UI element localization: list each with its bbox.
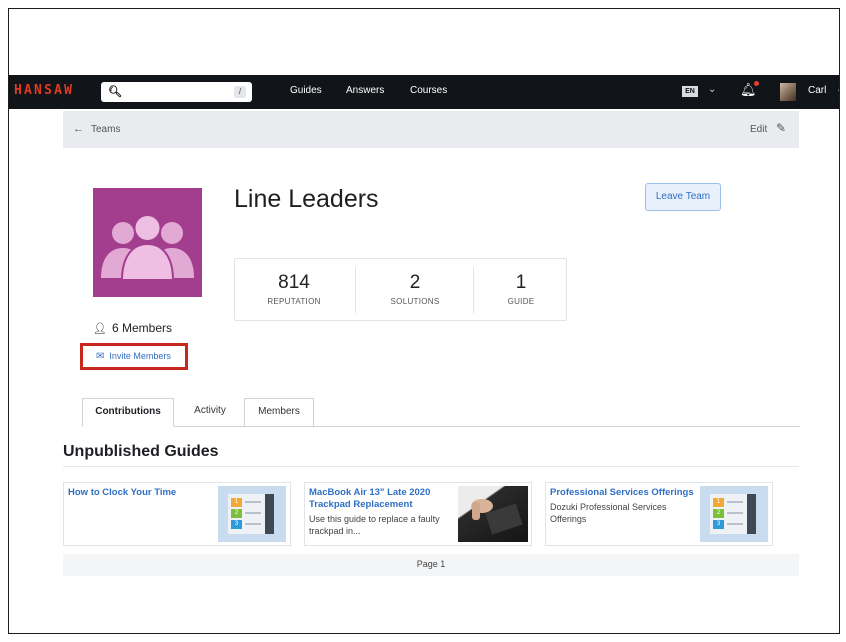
guide-description-line: Dozuki Professional Services xyxy=(550,502,667,512)
guide-title[interactable]: MacBook Air 13" Late 2020 Trackpad Replac… xyxy=(309,487,430,511)
section-heading: Unpublished Guides xyxy=(63,443,219,460)
pencil-icon[interactable]: ✎ xyxy=(776,121,786,135)
top-navbar: HANSAW 🔍︎ / Guides Answers Courses EN ⌄ … xyxy=(9,75,839,109)
members-count: 👤︎ 6 Members xyxy=(93,321,172,335)
nav-link-guides[interactable]: Guides xyxy=(290,85,322,96)
guide-card[interactable]: MacBook Air 13" Late 2020 Trackpad Replac… xyxy=(304,482,532,546)
notification-dot xyxy=(754,81,759,86)
guide-thumbnail xyxy=(458,486,528,542)
members-count-label: 6 Members xyxy=(111,321,172,335)
back-arrow-icon[interactable]: ← xyxy=(73,123,84,135)
stat-value: 814 xyxy=(278,272,310,293)
guide-thumbnail: 1 2 3 xyxy=(700,486,768,542)
search-icon: 🔍︎ xyxy=(108,86,122,98)
guide-title-line[interactable]: MacBook Air 13" Late 2020 xyxy=(309,487,430,498)
stat-label: REPUTATION xyxy=(267,297,321,306)
chevron-down-icon[interactable]: ⌄ xyxy=(708,84,716,95)
language-selector[interactable]: EN xyxy=(682,86,698,97)
guide-description-line: Use this guide to replace a faulty xyxy=(309,514,440,524)
stat-value: 1 xyxy=(515,272,527,293)
team-avatar-image xyxy=(93,188,202,297)
invite-members-label[interactable]: Invite Members xyxy=(109,351,171,361)
stat-label: SOLUTIONS xyxy=(390,297,440,306)
browser-frame: HANSAW 🔍︎ / Guides Answers Courses EN ⌄ … xyxy=(8,8,840,634)
nav-link-courses[interactable]: Courses xyxy=(410,85,447,96)
guide-description-line: trackpad in... xyxy=(309,526,361,536)
guide-description: Use this guide to replace a faulty trackp… xyxy=(309,513,440,537)
page-title: Line Leaders xyxy=(234,185,379,213)
stat-reputation: 814 REPUTATION xyxy=(235,259,353,320)
guide-card[interactable]: Professional Services Offerings Dozuki P… xyxy=(545,482,773,546)
document-icon: 1 2 3 xyxy=(228,494,274,534)
trackpad-photo-icon xyxy=(471,499,523,535)
divider xyxy=(63,466,799,467)
chevron-down-icon[interactable]: ⌄ xyxy=(836,84,839,95)
stat-label: GUIDE xyxy=(507,297,535,306)
team-stats: 814 REPUTATION 2 SOLUTIONS 1 GUIDE xyxy=(234,258,567,321)
stat-value: 2 xyxy=(409,272,421,293)
tab-activity[interactable]: Activity xyxy=(180,398,240,426)
guide-title-line[interactable]: Trackpad Replacement xyxy=(309,499,413,510)
leave-team-button[interactable]: Leave Team xyxy=(645,183,721,211)
guide-title[interactable]: Professional Services Offerings xyxy=(550,487,694,499)
guide-card[interactable]: How to Clock Your Time 1 2 3 xyxy=(63,482,291,546)
nav-link-answers[interactable]: Answers xyxy=(346,85,384,96)
search-input[interactable]: 🔍︎ / xyxy=(101,82,252,102)
guide-thumbnail: 1 2 3 xyxy=(218,486,286,542)
invite-members-link[interactable]: ✉ Invite Members xyxy=(96,351,171,362)
page-indicator[interactable]: Page 1 xyxy=(63,559,799,569)
site-logo[interactable]: HANSAW xyxy=(14,83,74,98)
document-icon: 1 2 3 xyxy=(710,494,756,534)
team-tabs: Contributions Activity Members xyxy=(82,398,800,427)
avatar[interactable] xyxy=(780,83,796,101)
pagination: Page 1 xyxy=(63,554,799,576)
search-shortcut-badge: / xyxy=(234,86,246,98)
breadcrumb: ← Teams Edit ✎ xyxy=(63,111,799,148)
person-icon: 👤︎ xyxy=(93,323,107,335)
breadcrumb-teams-link[interactable]: Teams xyxy=(91,124,120,135)
stat-solutions: 2 SOLUTIONS xyxy=(356,259,474,320)
guide-description-line: Offerings xyxy=(550,514,587,524)
edit-button[interactable]: Edit xyxy=(750,124,767,135)
stat-guide: 1 GUIDE xyxy=(462,259,580,320)
team-members-icon xyxy=(101,214,194,281)
guide-title[interactable]: How to Clock Your Time xyxy=(68,487,176,499)
envelope-icon: ✉ xyxy=(96,351,105,362)
invite-members-highlight: ✉ Invite Members xyxy=(80,343,188,370)
user-name[interactable]: Carl xyxy=(808,85,826,96)
tab-members[interactable]: Members xyxy=(244,398,314,426)
tab-contributions[interactable]: Contributions xyxy=(82,398,174,427)
guide-description: Dozuki Professional Services Offerings xyxy=(550,501,667,525)
